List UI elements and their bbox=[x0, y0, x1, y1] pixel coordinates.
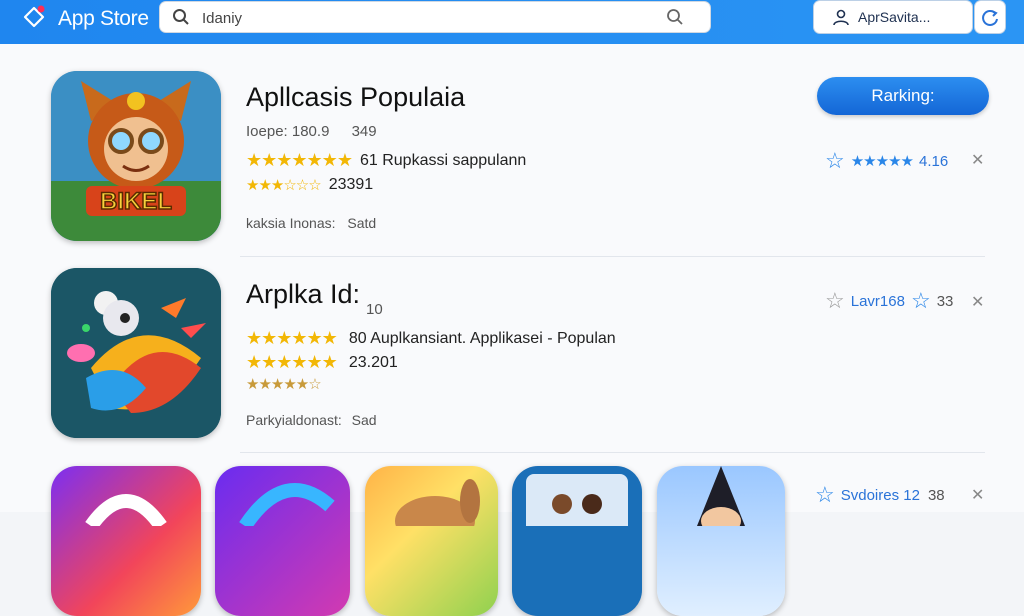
rating-line-1: ★★★★★★ 80 Auplkansiant. Applikasei - Pop… bbox=[246, 328, 616, 349]
app-meta: 10 bbox=[366, 301, 383, 318]
rating-line-2-text: 23.201 bbox=[348, 353, 398, 371]
rating-line-1-text: 80 Auplkansiant. Applikasei - Populan bbox=[348, 329, 616, 347]
cartoon-creature-icon bbox=[395, 479, 480, 546]
user-icon bbox=[833, 9, 849, 26]
rating-line-2-text: 23391 bbox=[328, 176, 374, 193]
divider bbox=[240, 256, 985, 257]
divider bbox=[240, 452, 985, 453]
developer-label: Parkyialdonast: bbox=[246, 412, 342, 428]
developer-name: kaksia Inonas: Satd bbox=[246, 215, 376, 231]
row3-rating-text: Svdoires 12 bbox=[840, 486, 920, 504]
rating-stars: ★★★★★☆ bbox=[246, 376, 322, 393]
dismiss-icon[interactable]: ✕ bbox=[971, 485, 984, 505]
refresh-icon bbox=[982, 10, 998, 26]
star-outline-icon[interactable]: ☆ bbox=[825, 288, 845, 314]
app-meta-version: Ioepe: 180.9 bbox=[246, 123, 330, 140]
app-icon-colorful[interactable] bbox=[51, 268, 221, 438]
rating-line-3: ★★★★★☆ bbox=[246, 375, 329, 393]
rating-line-1: ★★★★★★★ 61 Rupkassi sappulann bbox=[246, 150, 526, 171]
search-submit-icon[interactable] bbox=[666, 8, 684, 26]
developer-suffix: Sad bbox=[351, 412, 377, 428]
rating-stars: ★★★★★★★ bbox=[246, 150, 353, 170]
app-rating: ☆ Svdoires 12 38 bbox=[815, 482, 945, 508]
app-icon-thumb-5[interactable] bbox=[657, 466, 785, 616]
app-store-logo-icon[interactable] bbox=[22, 5, 46, 29]
photo-app-icon bbox=[526, 474, 628, 534]
brand-title: App Store bbox=[58, 7, 149, 30]
account-button[interactable]: AprSavita... bbox=[814, 1, 972, 33]
app-rating-value: 4.16 bbox=[918, 152, 949, 170]
rating-stars: ★★★☆☆☆ bbox=[246, 177, 322, 194]
app-rating: ☆ ★★★★★ 4.16 bbox=[825, 148, 948, 174]
app-rating-count: 33 bbox=[936, 292, 954, 310]
dismiss-icon[interactable]: ✕ bbox=[971, 150, 984, 170]
top-bar: App Store AprSavita... bbox=[0, 0, 1024, 44]
app-icon-thumb-4[interactable] bbox=[512, 466, 642, 616]
rating-stars: ★★★★★★ bbox=[246, 328, 338, 348]
app-icon-thumb-3[interactable] bbox=[365, 466, 498, 616]
rating-line-2: ★★★★★★ 23.201 bbox=[246, 352, 398, 373]
app-rating-text: Lavr168 bbox=[850, 292, 905, 310]
swirl-icon bbox=[85, 494, 167, 531]
developer-name: Parkyialdonast: Sad bbox=[246, 412, 377, 428]
app-title[interactable]: Apllcasis Populaia bbox=[246, 82, 465, 113]
rating-line-2: ★★★☆☆☆ 23391 bbox=[246, 176, 373, 194]
ranking-button[interactable]: Rarking: bbox=[817, 77, 989, 115]
rating-stars: ★★★★★★ bbox=[246, 352, 338, 372]
star-outline-icon[interactable]: ☆ bbox=[815, 482, 835, 508]
blue-stars: ★★★★★ bbox=[850, 153, 914, 170]
star-outline-icon[interactable]: ☆ bbox=[825, 148, 845, 174]
hat-character-icon bbox=[697, 466, 745, 535]
developer-suffix: Satd bbox=[347, 215, 377, 231]
app-icon-thumb-2[interactable] bbox=[215, 466, 350, 616]
abstract-bird-icon bbox=[51, 268, 221, 438]
swirl-icon bbox=[239, 483, 335, 530]
app-icon-bikel[interactable]: BIKEL bbox=[51, 71, 221, 241]
app-title[interactable]: Arplka Id: bbox=[246, 279, 360, 310]
account-label: AprSavita... bbox=[858, 9, 931, 25]
app-icon-thumb-1[interactable] bbox=[51, 466, 201, 616]
app-rating: ☆ Lavr168 ☆ 33 bbox=[825, 288, 953, 314]
rating-line-1-text: 61 Rupkassi sappulann bbox=[359, 151, 527, 169]
search-icon bbox=[173, 9, 189, 25]
search-input[interactable] bbox=[200, 7, 664, 29]
search-bar[interactable] bbox=[160, 2, 710, 32]
app-icon-banner-text: BIKEL bbox=[100, 188, 172, 215]
star-outline-icon[interactable]: ☆ bbox=[911, 288, 931, 314]
row3-rating-count: 38 bbox=[927, 486, 945, 504]
app-list: BIKEL Apllcasis Populaia Ioepe: 180.9 34… bbox=[0, 44, 1024, 616]
app-meta: Ioepe: 180.9 349 bbox=[246, 123, 377, 140]
dismiss-icon[interactable]: ✕ bbox=[971, 292, 984, 312]
developer-label: kaksia Inonas: bbox=[246, 215, 336, 231]
app-meta-count: 349 bbox=[351, 123, 377, 140]
cartoon-character-icon: BIKEL bbox=[51, 71, 221, 241]
refresh-button[interactable] bbox=[975, 1, 1005, 33]
